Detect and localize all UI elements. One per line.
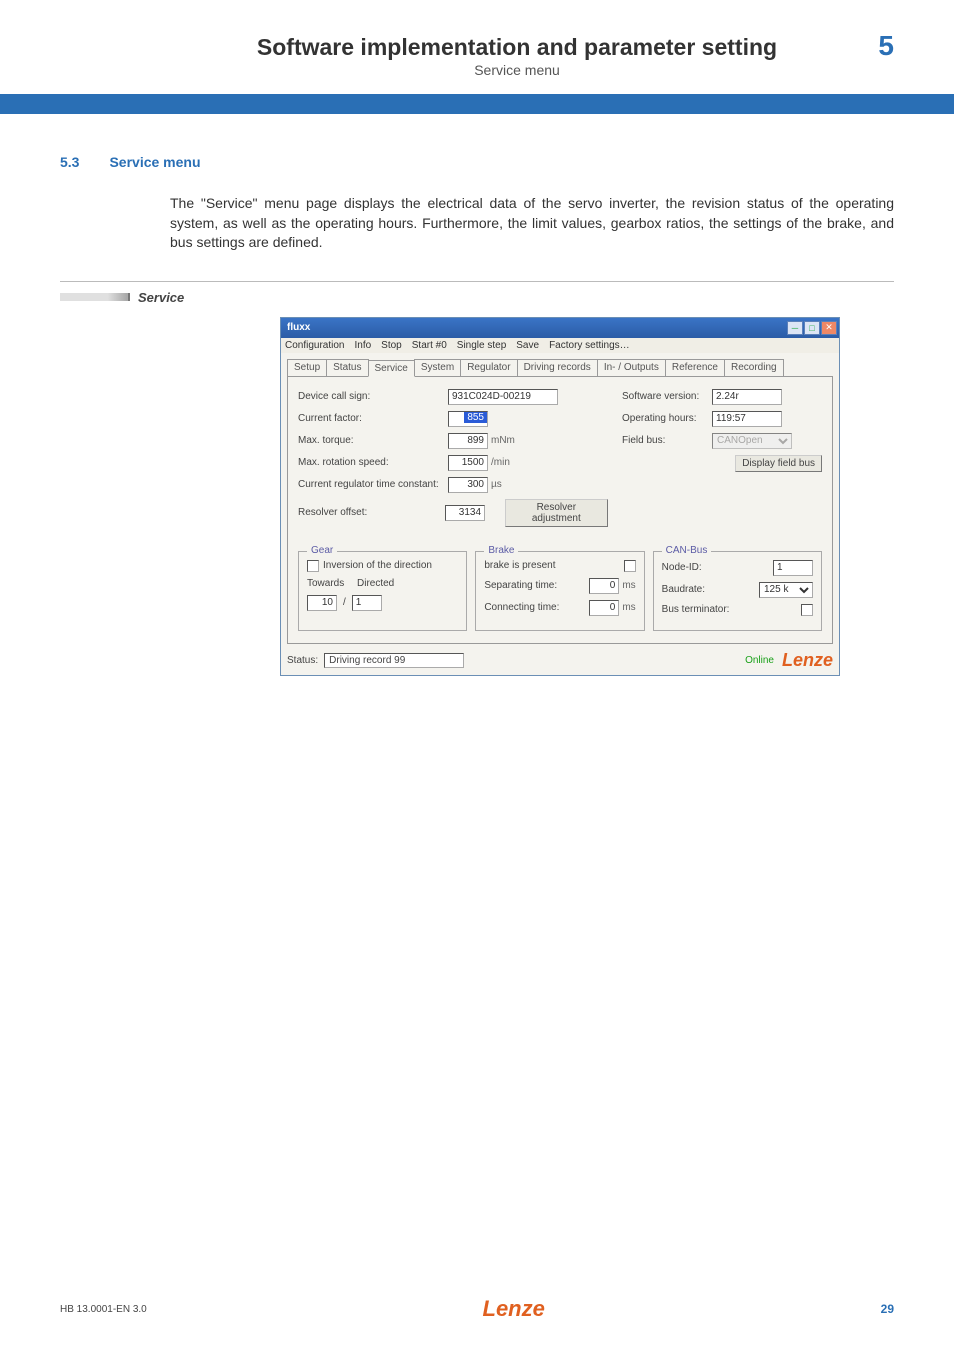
resolver-label: Resolver offset:: [298, 507, 445, 518]
bus-terminator-checkbox[interactable]: [801, 604, 813, 616]
max-rot-speed-label: Max. rotation speed:: [298, 457, 448, 468]
tab-service[interactable]: Service: [368, 360, 415, 377]
brake-title: Brake: [484, 545, 518, 556]
header-divider: [0, 94, 954, 114]
brake-groupbox: Brake brake is present Separating time: …: [475, 551, 644, 631]
callout-bar: [60, 293, 130, 301]
menu-single-step[interactable]: Single step: [457, 340, 506, 351]
menu-info[interactable]: Info: [354, 340, 371, 351]
node-id-input[interactable]: [773, 560, 813, 576]
lenze-logo-icon: Lenze: [782, 650, 833, 671]
tab-driving-records[interactable]: Driving records: [517, 359, 598, 376]
gear-groupbox: Gear Inversion of the direction Towards …: [298, 551, 467, 631]
status-label: Status:: [287, 655, 318, 666]
device-call-sign-label: Device call sign:: [298, 391, 448, 402]
baudrate-label: Baudrate:: [662, 584, 759, 595]
current-factor-label: Current factor:: [298, 413, 448, 424]
menu-factory-settings[interactable]: Factory settings…: [549, 340, 630, 351]
maximize-icon[interactable]: □: [804, 321, 820, 335]
gear-title: Gear: [307, 545, 337, 556]
tab-strip: Setup Status Service System Regulator Dr…: [287, 359, 833, 376]
tab-io[interactable]: In- / Outputs: [597, 359, 666, 376]
node-id-label: Node-ID:: [662, 562, 773, 573]
menu-configuration[interactable]: Configuration: [285, 340, 344, 351]
minimize-icon[interactable]: ─: [787, 321, 803, 335]
footer-doc-id: HB 13.0001-EN 3.0: [60, 1304, 147, 1315]
separating-time-input[interactable]: [589, 578, 619, 594]
towards-input[interactable]: [307, 595, 337, 611]
tab-regulator[interactable]: Regulator: [460, 359, 517, 376]
max-rot-speed-unit: /min: [491, 457, 510, 468]
tab-setup[interactable]: Setup: [287, 359, 327, 376]
menu-stop[interactable]: Stop: [381, 340, 402, 351]
directed-input[interactable]: [352, 595, 382, 611]
footer-page-number: 29: [881, 1302, 894, 1316]
max-torque-label: Max. torque:: [298, 435, 448, 446]
inversion-checkbox[interactable]: [307, 560, 319, 572]
connecting-time-unit: ms: [622, 602, 635, 613]
menu-start[interactable]: Start #0: [412, 340, 447, 351]
footer-logo-icon: Lenze: [483, 1296, 545, 1322]
canbus-title: CAN-Bus: [662, 545, 712, 556]
separating-time-unit: ms: [622, 580, 635, 591]
bus-terminator-label: Bus terminator:: [662, 604, 801, 615]
directed-label: Directed: [357, 578, 407, 589]
fluxx-window: fluxx ─ □ ✕ Configuration Info Stop Star…: [280, 317, 840, 676]
max-torque-input[interactable]: [448, 433, 488, 449]
menubar: Configuration Info Stop Start #0 Single …: [281, 338, 839, 353]
inversion-label: Inversion of the direction: [323, 560, 432, 571]
chapter-number: 5: [834, 30, 894, 62]
separating-time-label: Separating time:: [484, 580, 589, 591]
section-number: 5.3: [60, 154, 79, 170]
cur-reg-tc-label: Current regulator time constant:: [298, 479, 448, 490]
op-hours-label: Operating hours:: [622, 413, 712, 424]
online-indicator: Online: [745, 655, 774, 666]
field-bus-label: Field bus:: [622, 435, 712, 446]
brake-present-label: brake is present: [484, 560, 623, 571]
connecting-time-input[interactable]: [589, 600, 619, 616]
canbus-groupbox: CAN-Bus Node-ID: Baudrate: 125 k: [653, 551, 822, 631]
page-title: Software implementation and parameter se…: [200, 34, 834, 61]
sw-version-input: [712, 389, 782, 405]
page-subtitle: Service menu: [200, 62, 834, 78]
section-title: Service menu: [109, 154, 200, 170]
device-call-sign-input[interactable]: [448, 389, 558, 405]
connecting-time-label: Connecting time:: [484, 602, 589, 613]
max-rot-speed-input[interactable]: [448, 455, 488, 471]
window-title: fluxx: [287, 322, 310, 333]
baudrate-select[interactable]: 125 k: [759, 582, 813, 598]
tab-recording[interactable]: Recording: [724, 359, 784, 376]
tab-status[interactable]: Status: [326, 359, 368, 376]
cur-reg-tc-unit: µs: [491, 479, 502, 490]
service-heading: Service: [138, 290, 184, 305]
menu-save[interactable]: Save: [516, 340, 539, 351]
window-titlebar[interactable]: fluxx ─ □ ✕: [281, 318, 839, 338]
op-hours-input: [712, 411, 782, 427]
brake-present-checkbox[interactable]: [624, 560, 636, 572]
tab-system[interactable]: System: [414, 359, 461, 376]
section-body: The "Service" menu page displays the ele…: [170, 194, 894, 253]
resolver-adjustment-button[interactable]: Resolver adjustment: [505, 499, 608, 527]
max-torque-unit: mNm: [491, 435, 515, 446]
divider: [60, 281, 894, 282]
tab-reference[interactable]: Reference: [665, 359, 725, 376]
resolver-input[interactable]: [445, 505, 485, 521]
display-field-bus-button[interactable]: Display field bus: [735, 455, 822, 472]
close-icon[interactable]: ✕: [821, 321, 837, 335]
current-factor-input[interactable]: 855: [464, 412, 487, 423]
sw-version-label: Software version:: [622, 391, 712, 402]
field-bus-select: CANOpen: [712, 433, 792, 449]
towards-label: Towards: [307, 578, 357, 589]
cur-reg-tc-input[interactable]: [448, 477, 488, 493]
status-value: Driving record 99: [324, 653, 464, 668]
